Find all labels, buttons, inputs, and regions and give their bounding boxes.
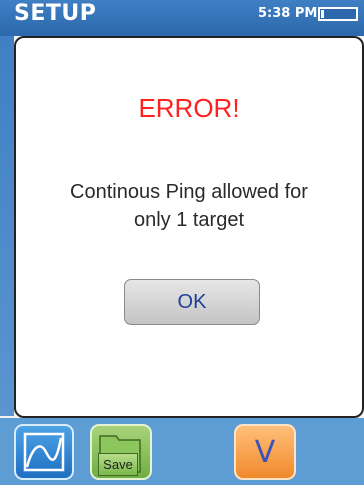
battery-level xyxy=(321,10,324,18)
error-message-line-2: only 1 target xyxy=(133,209,245,231)
ok-button[interactable]: OK xyxy=(124,279,260,325)
graph-button[interactable] xyxy=(14,424,74,480)
side-strip xyxy=(0,36,14,416)
error-title: ERROR! xyxy=(138,93,240,123)
save-label: Save xyxy=(98,453,138,476)
error-dialog: ERROR! Continous Ping allowed for only 1… xyxy=(14,36,364,418)
save-button[interactable]: Save xyxy=(90,424,152,480)
checkmark-icon: V xyxy=(254,435,276,470)
error-message-line-1: Continous Ping allowed for xyxy=(70,181,308,203)
clock: 5:38 PM xyxy=(258,6,318,21)
screen-title: SETUP xyxy=(14,1,97,26)
graph-icon xyxy=(23,432,65,472)
status-bar: SETUP 5:38 PM xyxy=(0,0,364,36)
battery-icon xyxy=(318,7,358,21)
error-message: Continous Ping allowed for only 1 target xyxy=(26,178,352,234)
confirm-button[interactable]: V xyxy=(234,424,296,480)
